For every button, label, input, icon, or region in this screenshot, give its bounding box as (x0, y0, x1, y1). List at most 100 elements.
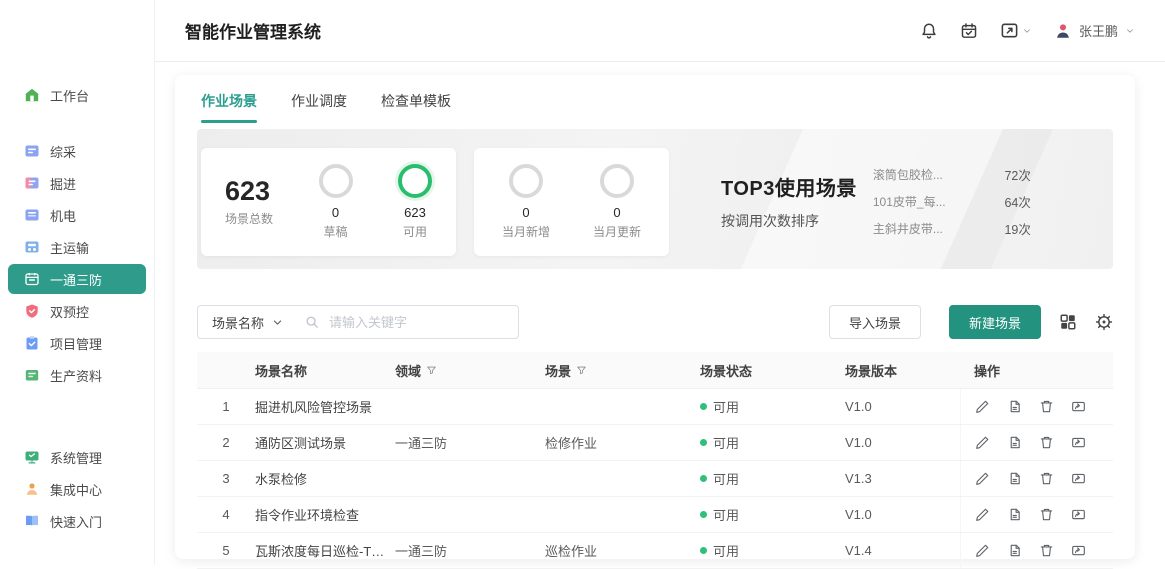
top3-item-count: 64次 (1004, 192, 1030, 211)
scene-cell: 巡检作业 (545, 541, 700, 560)
total-scenes-card: 623 场景总数 0 草稿 623 可用 (201, 148, 456, 256)
dual-control-shield-icon (24, 303, 40, 319)
delete-icon[interactable] (1039, 543, 1054, 558)
sidebar-item-zhuyunshu[interactable]: 主运输 (8, 232, 146, 262)
user-menu[interactable]: 张王鹏 (1054, 21, 1135, 40)
sidebar-item-yitongsanfang[interactable]: 一通三防 (8, 264, 146, 294)
chevron-down-icon (272, 317, 283, 328)
search-input[interactable] (327, 314, 518, 331)
month-new-ring (509, 164, 543, 198)
status-text: 可用 (713, 544, 739, 559)
import-scene-button[interactable]: 导入场景 (829, 305, 921, 339)
status-cell: 可用 (700, 541, 845, 560)
notification-bell-icon[interactable] (920, 22, 938, 40)
draft-label: 草稿 (319, 223, 353, 240)
status-cell: 可用 (700, 469, 845, 488)
row-actions (960, 461, 1113, 496)
mining-icon (24, 143, 40, 159)
total-scenes-value: 623 (225, 177, 273, 207)
scene-name-cell: 水泵检修 (255, 469, 395, 488)
sidebar-item-label: 集成中心 (50, 480, 102, 499)
status-text: 可用 (713, 436, 739, 451)
delete-icon[interactable] (1039, 435, 1054, 450)
month-new-block: 0 当月新增 (502, 164, 550, 240)
table-row: 4 指令作业环境检查 可用 V1.0 (197, 497, 1113, 533)
sidebar-item-xitongguanli[interactable]: 系统管理 (8, 442, 146, 472)
share-icon[interactable] (1071, 399, 1086, 414)
edit-icon[interactable] (975, 507, 990, 522)
search-field-selector[interactable]: 场景名称 (198, 313, 295, 332)
sidebar-item-juejin[interactable]: 掘进 (8, 168, 146, 198)
edit-icon[interactable] (975, 471, 990, 486)
quickstart-book-icon (24, 513, 40, 529)
tab-zuoye-changjing[interactable]: 作业场景 (201, 91, 257, 123)
tab-jianchadan-muban[interactable]: 检查单模板 (381, 91, 451, 123)
month-new-value: 0 (502, 205, 550, 220)
total-scenes-label: 场景总数 (225, 210, 273, 227)
status-cell: 可用 (700, 505, 845, 524)
column-settings-gear-icon[interactable] (1095, 313, 1113, 331)
status-text: 可用 (713, 508, 739, 523)
project-clipboard-icon (24, 335, 40, 351)
chevron-down-icon (1125, 26, 1135, 36)
top3-list: 滚筒包胶检... 72次 101皮带_每... 64次 主斜井皮带... 19次 (873, 161, 1031, 242)
sidebar-item-zongcai[interactable]: 综采 (8, 136, 146, 166)
delete-icon[interactable] (1039, 471, 1054, 486)
sidebar-item-label: 主运输 (50, 238, 89, 257)
share-icon[interactable] (1071, 507, 1086, 522)
calendar-icon[interactable] (960, 22, 978, 40)
row-index: 3 (197, 471, 255, 486)
status-cell: 可用 (700, 433, 845, 452)
production-data-icon (24, 367, 40, 383)
row-actions (960, 497, 1113, 532)
chevron-down-icon (1022, 26, 1032, 36)
delete-icon[interactable] (1039, 507, 1054, 522)
edit-icon[interactable] (975, 399, 990, 414)
month-updated-label: 当月更新 (593, 223, 641, 240)
search-field-label: 场景名称 (212, 313, 264, 332)
available-ring-block: 623 可用 (398, 164, 432, 240)
status-cell: 可用 (700, 397, 845, 416)
sidebar-item-workbench[interactable]: 工作台 (8, 80, 146, 110)
col-version: 场景版本 (845, 361, 960, 380)
transport-icon (24, 239, 40, 255)
sidebar-item-kuaisu[interactable]: 快速入门 (8, 506, 146, 536)
top3-item-name: 主斜井皮带... (873, 220, 943, 237)
sidebar-item-label: 掘进 (50, 174, 76, 193)
sidebar-item-jicheng[interactable]: 集成中心 (8, 474, 146, 504)
sidebar-item-label: 机电 (50, 206, 76, 225)
sidebar-item-label: 工作台 (50, 86, 89, 105)
sidebar-item-xiangmu[interactable]: 项目管理 (8, 328, 146, 358)
scene-name-cell: 通防区测试场景 (255, 433, 395, 452)
sidebar-item-shuangyukong[interactable]: 双预控 (8, 296, 146, 326)
filter-funnel-icon[interactable] (576, 365, 587, 376)
tab-zuoye-diaodu[interactable]: 作业调度 (291, 91, 347, 123)
copy-icon[interactable] (1007, 435, 1022, 450)
sidebar-item-label: 综采 (50, 142, 76, 161)
share-icon[interactable] (1071, 435, 1086, 450)
copy-icon[interactable] (1007, 471, 1022, 486)
screen-share-icon[interactable] (1000, 21, 1032, 40)
domain-cell: 一通三防 (395, 433, 545, 452)
share-icon[interactable] (1071, 471, 1086, 486)
filter-funnel-icon[interactable] (426, 365, 437, 376)
copy-icon[interactable] (1007, 543, 1022, 558)
sidebar-item-label: 系统管理 (50, 448, 102, 467)
edit-icon[interactable] (975, 435, 990, 450)
delete-icon[interactable] (1039, 399, 1054, 414)
edit-icon[interactable] (975, 543, 990, 558)
copy-icon[interactable] (1007, 507, 1022, 522)
main-area: 智能作业管理系统 张王鹏 作业场景 作业调度 检查单模板 (155, 0, 1165, 565)
create-scene-button[interactable]: 新建场景 (949, 305, 1041, 339)
copy-icon[interactable] (1007, 399, 1022, 414)
draft-ring-block: 0 草稿 (319, 164, 353, 240)
card-view-icon[interactable] (1059, 313, 1077, 331)
share-icon[interactable] (1071, 543, 1086, 558)
sidebar-item-jidian[interactable]: 机电 (8, 200, 146, 230)
top3-item-count: 72次 (1004, 165, 1030, 184)
row-actions (960, 389, 1113, 424)
sidebar-item-shengchanziliao[interactable]: 生产资料 (8, 360, 146, 390)
col-status: 场景状态 (700, 361, 845, 380)
top3-item: 滚筒包胶检... 72次 (873, 161, 1031, 188)
electromech-icon (24, 207, 40, 223)
